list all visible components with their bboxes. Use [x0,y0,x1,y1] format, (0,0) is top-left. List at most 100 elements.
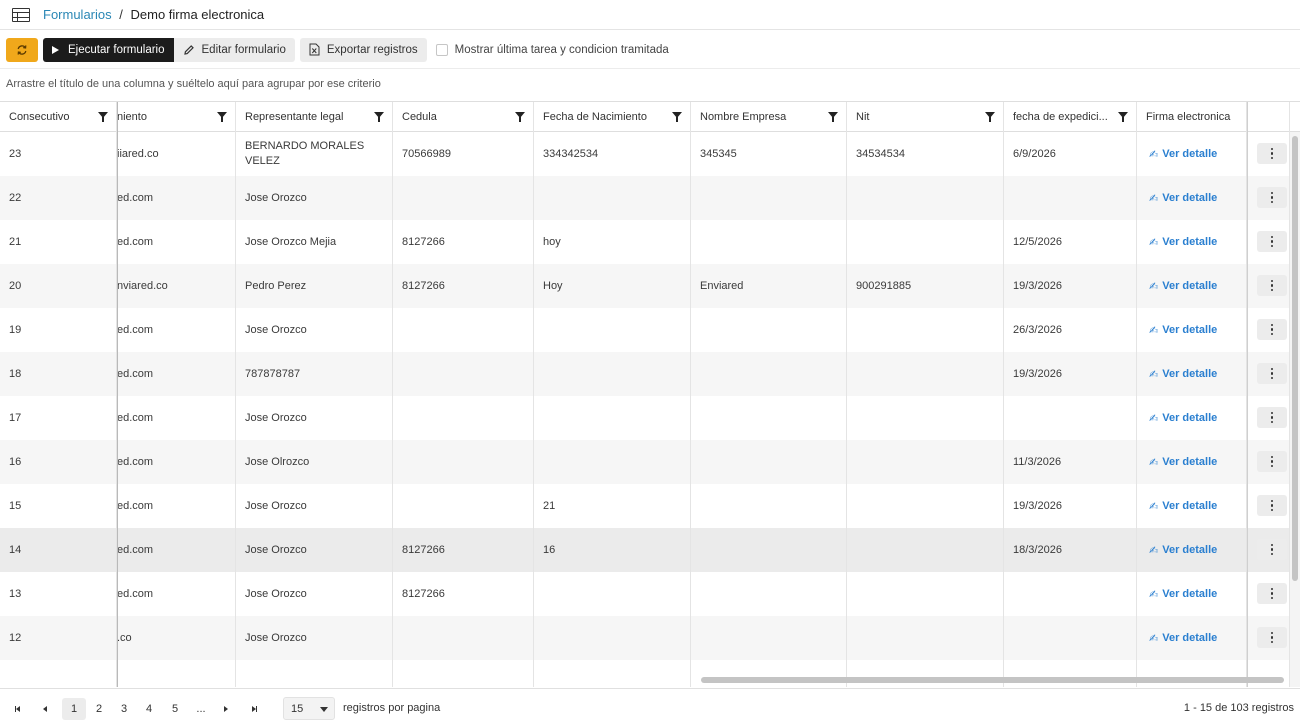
table-row[interactable]: 19 ed.com Jose Orozco 26/3/2026 ✍ Ver detalle [0,308,1300,352]
cell-nit: 900291885 [847,264,1004,308]
cell-fecha-expedicion: 26/3/2026 [1004,308,1137,352]
next-page-button[interactable] [214,698,238,720]
column-header-fecha-expedicion[interactable]: fecha de expedici... [1004,102,1137,132]
cell-firma: ✍ Ver detalle [1137,264,1247,308]
column-header-email[interactable]: niento [117,102,236,132]
table-row[interactable]: 21 ed.com Jose Orozco Mejia 8127266 hoy 12/5/… [0,220,1300,264]
column-header-label: fecha de expedici... [1013,111,1108,123]
cell-firma: ✍ Ver detalle [1137,616,1247,660]
page-button-2[interactable]: 2 [87,698,111,720]
row-menu-button[interactable] [1257,275,1287,296]
group-drop-panel[interactable]: Arrastre el título de una columna y suél… [6,78,381,90]
signature-icon: ✍ [1149,368,1159,381]
row-menu-button[interactable] [1257,187,1287,208]
view-detail-link[interactable]: ✍ Ver detalle [1149,412,1217,425]
horizontal-scroll-thumb[interactable] [701,677,1284,683]
cell-cedula [393,616,534,660]
table-row[interactable]: 13 ed.com Jose Orozco 8127266 ✍ Ver detalle [0,572,1300,616]
filter-icon[interactable] [672,112,682,122]
table-row[interactable]: 15 ed.com Jose Orozco 21 19/3/2026 ✍ Ver detal… [0,484,1300,528]
view-detail-label: Ver detalle [1162,192,1218,204]
view-detail-link[interactable]: ✍ Ver detalle [1149,236,1217,249]
table-row[interactable]: 23 iiared.co BERNARDO MORALES VELEZ 7056698… [0,132,1300,176]
view-detail-link[interactable]: ✍ Ver detalle [1149,456,1217,469]
next-page-icon [224,706,228,712]
cell-firma: ✍ Ver detalle [1137,132,1247,176]
run-form-label: Ejecutar formulario [68,43,165,56]
cell-nombre-empresa [691,572,847,616]
first-page-button[interactable] [5,698,29,720]
filter-icon[interactable] [98,112,108,122]
page-button-5[interactable]: 5 [163,698,187,720]
view-detail-link[interactable]: ✍ Ver detalle [1149,632,1217,645]
row-menu-button[interactable] [1257,407,1287,428]
column-header-cedula[interactable]: Cedula [393,102,534,132]
filter-icon[interactable] [217,112,227,122]
column-header-nit[interactable]: Nit [847,102,1004,132]
column-header-label: niento [117,111,147,123]
filter-icon[interactable] [1118,112,1128,122]
column-header-fecha-nacimiento[interactable]: Fecha de Nacimiento [534,102,691,132]
filter-icon[interactable] [985,112,995,122]
page-button-4[interactable]: 4 [137,698,161,720]
filter-icon[interactable] [374,112,384,122]
page-button-more[interactable]: ... [189,698,213,720]
column-header-consecutivo[interactable]: Consecutivo [0,102,117,132]
vertical-scroll-thumb[interactable] [1292,136,1298,581]
view-detail-link[interactable]: ✍ Ver detalle [1149,588,1217,601]
view-detail-link[interactable]: ✍ Ver detalle [1149,500,1217,513]
edit-form-button[interactable]: Editar formulario [173,37,295,62]
breadcrumb-link-formularios[interactable]: Formularios [43,7,112,22]
export-records-button[interactable]: Exportar registros [299,37,427,62]
view-detail-link[interactable]: ✍ Ver detalle [1149,544,1217,557]
prev-page-button[interactable] [33,698,57,720]
cell-firma: ✍ Ver detalle [1137,396,1247,440]
table-row[interactable]: 14 ed.com Jose Orozco 8127266 16 18/3/2026 ✍ Ve… [0,528,1300,572]
filter-icon[interactable] [515,112,525,122]
table-row[interactable]: 20 nviared.co Pedro Perez 8127266 Hoy Enviare… [0,264,1300,308]
horizontal-scrollbar[interactable] [0,675,1290,685]
table-row[interactable]: 17 ed.com Jose Orozco ✍ Ver detalle [0,396,1300,440]
cell-cedula [393,352,534,396]
cell-fecha-expedicion [1004,396,1137,440]
view-detail-link[interactable]: ✍ Ver detalle [1149,368,1217,381]
column-header-firma[interactable]: Firma electronica [1137,102,1247,132]
cell-fecha-nacimiento [534,616,691,660]
row-menu-button[interactable] [1257,539,1287,560]
view-detail-link[interactable]: ✍ Ver detalle [1149,324,1217,337]
last-page-button[interactable] [242,698,266,720]
column-header-label: Fecha de Nacimiento [543,111,647,123]
row-menu-button[interactable] [1257,495,1287,516]
page-button-3[interactable]: 3 [112,698,136,720]
table-row[interactable]: 12 .co Jose Orozco ✍ Ver detalle [0,616,1300,660]
column-header-representante[interactable]: Representante legal [236,102,393,132]
cell-fecha-expedicion [1004,616,1137,660]
row-menu-button[interactable] [1257,451,1287,472]
row-menu-button[interactable] [1257,143,1287,164]
view-detail-link[interactable]: ✍ Ver detalle [1149,148,1217,161]
cell-nit [847,352,1004,396]
table-row[interactable]: 18 ed.com 787878787 19/3/2026 ✍ Ver detalle [0,352,1300,396]
view-detail-link[interactable]: ✍ Ver detalle [1149,192,1217,205]
cell-consecutivo: 21 [0,220,117,264]
page-button-1[interactable]: 1 [62,698,86,720]
vertical-scrollbar[interactable] [1290,132,1300,687]
cell-email: ed.com [117,220,236,264]
column-header-nombre-empresa[interactable]: Nombre Empresa [691,102,847,132]
cell-email: .co [117,616,236,660]
table-row[interactable]: 16 ed.com Jose Olrozco 11/3/2026 ✍ Ver detall… [0,440,1300,484]
table-row[interactable]: 22 ed.com Jose Orozco ✍ Ver detalle [0,176,1300,220]
filter-icon[interactable] [828,112,838,122]
show-last-task-checkbox[interactable] [435,43,448,56]
refresh-button[interactable] [6,37,38,62]
row-menu-button[interactable] [1257,231,1287,252]
row-menu-button[interactable] [1257,363,1287,384]
view-detail-link[interactable]: ✍ Ver detalle [1149,280,1217,293]
row-menu-button[interactable] [1257,583,1287,604]
row-menu-button[interactable] [1257,627,1287,648]
row-menu-button[interactable] [1257,319,1287,340]
kebab-menu-icon [1270,235,1274,239]
run-form-button[interactable]: Ejecutar formulario [43,37,174,62]
show-last-task-toggle[interactable]: Mostrar última tarea y condicion tramita… [435,43,669,56]
page-size-select[interactable]: 15 [283,697,335,720]
